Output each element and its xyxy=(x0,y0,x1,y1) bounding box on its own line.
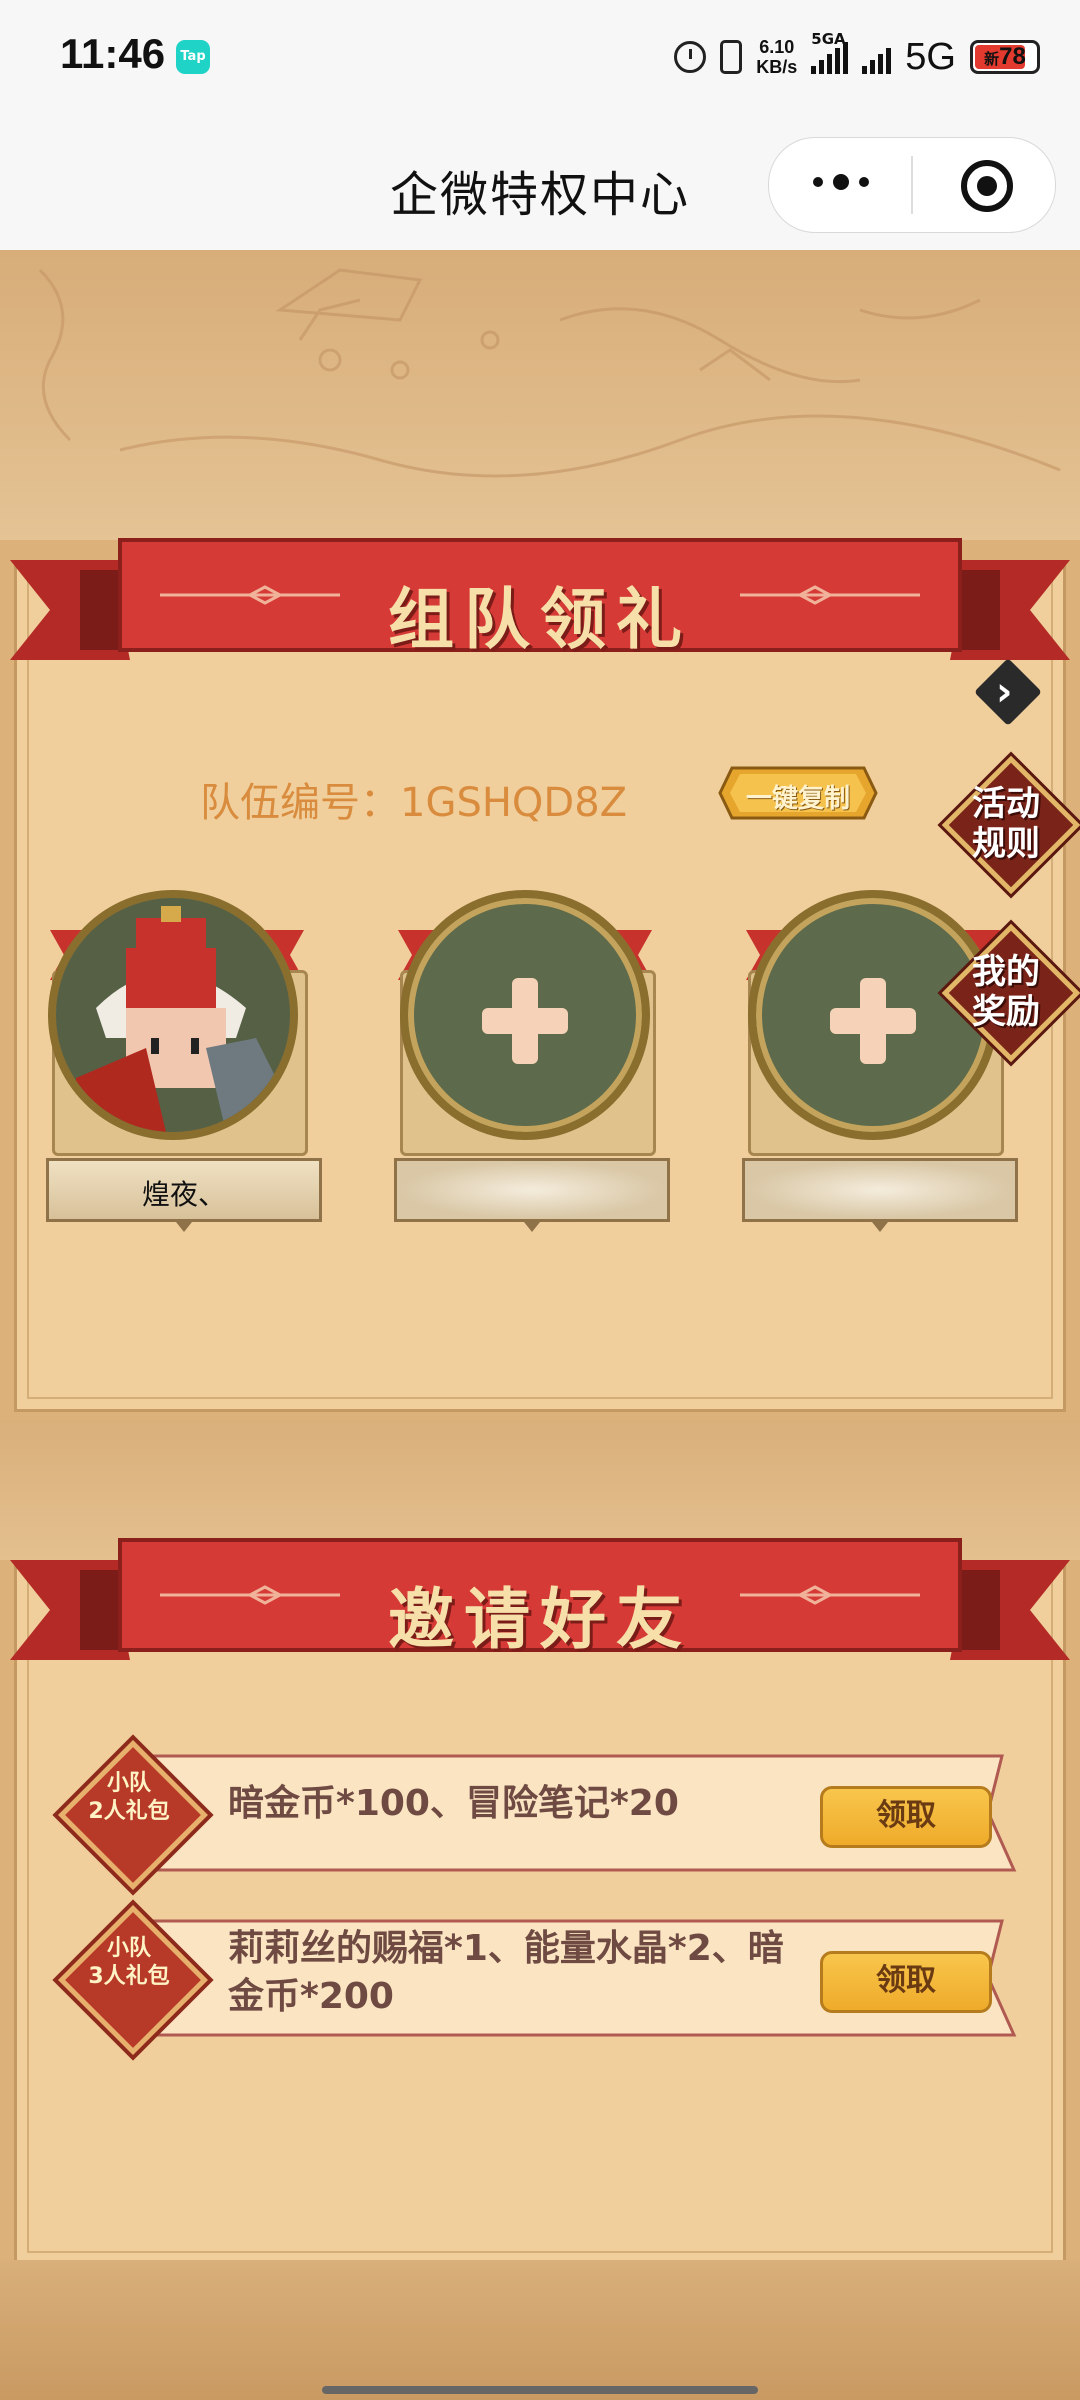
my-rewards-label: 我的 奖励 xyxy=(972,952,1040,1032)
team-banner-title: 组队领礼 xyxy=(388,581,692,658)
battery-icon: 新78 xyxy=(970,40,1040,74)
status-time: 11:46 xyxy=(60,30,166,77)
invite-member-slot[interactable] xyxy=(384,890,684,1232)
chevron-right-icon: › xyxy=(996,669,1013,715)
avatar xyxy=(48,890,298,1140)
map-background xyxy=(0,250,1080,540)
gift-tag-label: 小队 2人礼包 xyxy=(88,1771,170,1824)
mini-program-title-bar: 企微特权中心 xyxy=(0,115,1080,251)
team-id: 队伍编号：1GSHQD8Z xyxy=(200,780,628,826)
avatar-illustration xyxy=(56,898,290,1132)
signal-icon xyxy=(862,40,892,74)
status-bar: 11:46 Tap 6.10 KB/s 5GA 5G 新78 xyxy=(0,0,1080,115)
vibrate-icon xyxy=(720,40,743,74)
member-nameplate xyxy=(394,1158,670,1222)
more-menu-button[interactable] xyxy=(813,174,869,190)
tap-app-icon: Tap xyxy=(176,40,210,74)
home-indicator[interactable] xyxy=(322,2386,758,2394)
team-member-slot[interactable]: 煌夜、 xyxy=(36,890,336,1232)
member-name: 煌夜、 xyxy=(141,1178,226,1211)
reward-row: 小队 3人礼包 莉莉丝的赐福*1、能量水晶*2、暗金币*200 领取 xyxy=(58,1905,1022,2055)
member-nameplate: 煌夜、 xyxy=(46,1158,322,1222)
my-rewards-button[interactable]: 我的 奖励 xyxy=(941,923,1080,1063)
network-type: 5G xyxy=(905,35,956,78)
reward-items: 暗金币*100、冒险笔记*20 xyxy=(228,1783,679,1824)
reward-row: 小队 2人礼包 暗金币*100、冒险笔记*20 领取 xyxy=(58,1740,1022,1890)
capsule-menu xyxy=(768,137,1056,233)
invite-banner: 邀请好友 xyxy=(10,1530,1070,1680)
reward-items: 莉莉丝的赐福*1、能量水晶*2、暗金币*200 xyxy=(228,1928,784,2017)
net-speed: 6.10 KB/s xyxy=(756,37,798,77)
alarm-clock-icon xyxy=(674,41,707,73)
add-member-button[interactable] xyxy=(400,890,650,1140)
map-illustration xyxy=(38,268,1061,478)
claim-button[interactable]: 领取 xyxy=(820,1951,992,2013)
copy-button-label: 一键复制 xyxy=(745,784,850,814)
claim-button[interactable]: 领取 xyxy=(820,1786,992,1848)
activity-rules-button[interactable]: 活动 规则 xyxy=(941,755,1080,895)
team-banner: 组队领礼 xyxy=(10,530,1070,680)
battery-level: 新78 xyxy=(984,43,1026,70)
close-mini-program-button[interactable] xyxy=(961,160,1013,212)
gift-tag-label: 小队 3人礼包 xyxy=(88,1936,170,1989)
map-background xyxy=(0,2260,1080,2400)
status-indicators: 6.10 KB/s 5GA 5G 新78 xyxy=(674,30,1040,82)
signal-5ga: 5GA xyxy=(811,30,849,74)
copy-team-id-button[interactable]: 一键复制 xyxy=(718,764,878,822)
member-nameplate xyxy=(742,1158,1018,1222)
invite-banner-title: 邀请好友 xyxy=(388,1581,692,1658)
activity-rules-label: 活动 规则 xyxy=(972,784,1040,864)
